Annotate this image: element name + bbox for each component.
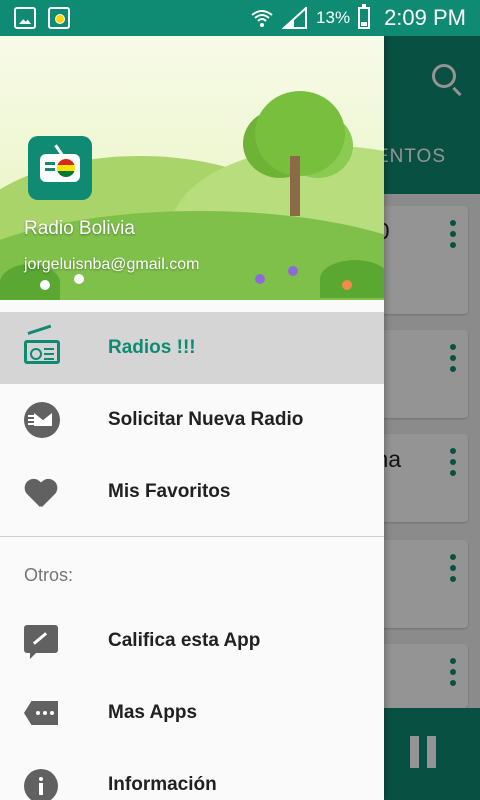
menu-item-califica[interactable]: Califica esta App — [0, 605, 384, 677]
drawer-menu: Radios !!! Solicitar Nueva Radio Mis Fav… — [0, 312, 384, 800]
app-logo — [28, 136, 92, 200]
radio-icon — [24, 324, 60, 364]
wifi-icon — [251, 10, 273, 27]
menu-item-label: Mas Apps — [108, 702, 198, 723]
navigation-drawer: Radio Bolivia jorgeluisnba@gmail.com Rad… — [0, 36, 384, 800]
tree-illustration — [255, 91, 345, 176]
bolivia-flag-icon — [57, 159, 75, 177]
drawer-email: jorgeluisnba@gmail.com — [24, 256, 200, 273]
battery-icon — [358, 4, 371, 29]
menu-item-label: Solicitar Nueva Radio — [108, 409, 304, 430]
more-apps-icon — [24, 701, 58, 725]
menu-item-mas-apps[interactable]: Mas Apps — [0, 677, 384, 749]
menu-item-radios[interactable]: Radios !!! — [0, 312, 384, 384]
menu-item-informacion[interactable]: Información — [0, 749, 384, 800]
battery-percent: 13% — [316, 8, 351, 27]
drawer-header: Radio Bolivia jorgeluisnba@gmail.com — [0, 36, 384, 300]
gallery-icon — [14, 7, 36, 29]
rate-review-icon — [24, 625, 58, 659]
drawer-app-name: Radio Bolivia — [24, 218, 135, 239]
radio-app-icon — [48, 7, 70, 29]
signal-icon — [282, 7, 308, 29]
status-bar: 13% 2:09 PM — [0, 0, 480, 36]
menu-item-favoritos[interactable]: Mis Favoritos — [0, 456, 384, 528]
clock: 2:09 PM — [384, 5, 466, 30]
menu-item-label: Califica esta App — [108, 630, 261, 651]
menu-item-solicitar[interactable]: Solicitar Nueva Radio — [0, 384, 384, 456]
heart-icon — [24, 476, 60, 508]
menu-item-label: Radios !!! — [108, 337, 196, 358]
section-header: Otros: — [0, 537, 384, 605]
info-icon — [24, 769, 58, 800]
menu-item-label: Información — [108, 774, 217, 795]
mail-icon — [24, 402, 60, 438]
section-title: Otros: — [24, 565, 74, 585]
menu-item-label: Mis Favoritos — [108, 481, 231, 502]
